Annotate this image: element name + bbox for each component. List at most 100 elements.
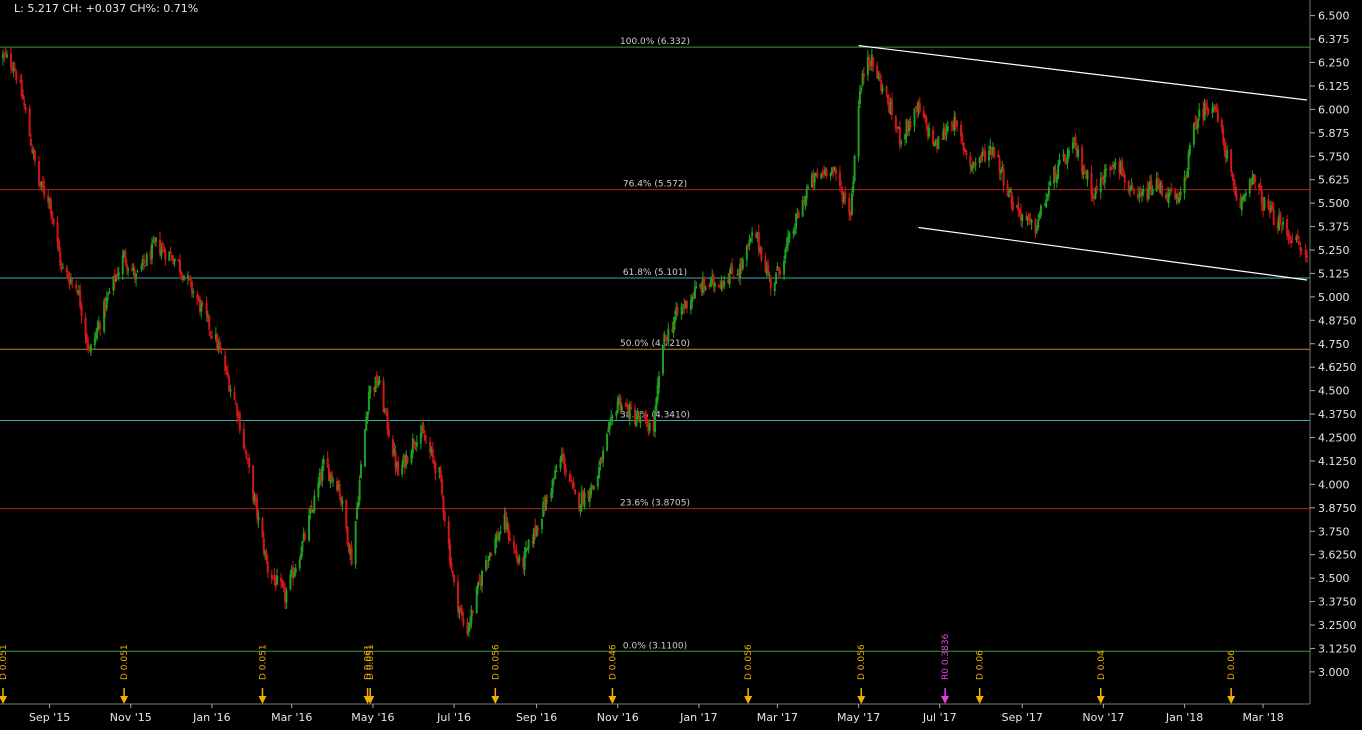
candle-body xyxy=(124,252,127,263)
price-chart[interactable]: L: 5.217 CH: +0.037 CH%: 0.71% 100.0% (6… xyxy=(0,0,1362,730)
candle-body xyxy=(885,85,888,93)
candle-body xyxy=(1045,199,1048,208)
candle-body xyxy=(1095,185,1098,191)
candle-body xyxy=(981,151,984,157)
candle-body xyxy=(234,402,237,404)
chart-canvas[interactable]: 100.0% (6.332) 76.4% (5.572) 61.8% (5.101)… xyxy=(0,0,1362,730)
candle-body xyxy=(1215,108,1218,110)
candle-body xyxy=(989,145,992,150)
candle-body xyxy=(499,532,502,534)
candle-body xyxy=(932,130,935,145)
candle-body xyxy=(419,432,422,444)
candle-body xyxy=(1007,194,1010,197)
candle-body xyxy=(965,150,968,156)
candle-body xyxy=(341,500,344,505)
candle-body xyxy=(969,155,972,167)
candle-body xyxy=(527,539,530,550)
candle-body xyxy=(860,87,863,91)
candle-body xyxy=(178,260,181,272)
x-tick-label: Jan '17 xyxy=(679,711,717,724)
candle-body xyxy=(354,520,357,565)
candle-body xyxy=(262,537,265,554)
candle-body xyxy=(555,470,558,472)
candle-body xyxy=(1114,162,1117,165)
y-tick-label: 3.2500 xyxy=(1318,619,1357,632)
candle-body xyxy=(1105,168,1108,171)
candle-body xyxy=(953,117,956,132)
fib-level-label: 50.0% (4.7210) xyxy=(620,339,690,349)
y-tick-label: 6.375 xyxy=(1318,33,1350,46)
fib-level-label: 61.8% (5.101) xyxy=(623,268,687,278)
candle-body xyxy=(233,392,236,401)
candle-body xyxy=(1242,196,1245,201)
candle-body xyxy=(680,306,683,315)
candle-body xyxy=(1196,119,1199,129)
y-tick-label: 4.750 xyxy=(1318,338,1350,351)
candle-body xyxy=(1110,168,1113,170)
candle-body xyxy=(1027,213,1030,220)
candle-body xyxy=(1226,150,1229,159)
candle-body xyxy=(423,434,426,441)
candle-body xyxy=(1113,164,1116,168)
candle-body xyxy=(723,281,726,287)
candle-body xyxy=(285,590,288,603)
candle-body xyxy=(1121,160,1124,176)
candle-body xyxy=(1123,174,1126,183)
candle-body xyxy=(646,418,649,427)
candle-body xyxy=(807,187,810,189)
candle-body xyxy=(357,502,360,509)
y-tick-label: 3.8750 xyxy=(1318,502,1357,515)
candle-body xyxy=(1192,123,1195,145)
candle-body xyxy=(518,557,521,562)
candle-body xyxy=(673,316,676,323)
y-tick-label: 3.750 xyxy=(1318,525,1350,538)
candle-body xyxy=(704,286,707,290)
fib-level-label: 100.0% (6.332) xyxy=(620,37,690,47)
candle-body xyxy=(57,240,60,252)
candle-body xyxy=(21,94,24,100)
candle-body xyxy=(478,580,481,583)
candle-body xyxy=(1077,149,1080,157)
candle-body xyxy=(5,54,8,57)
candle-body xyxy=(37,161,40,186)
candle-body xyxy=(180,272,183,275)
candle-body xyxy=(228,378,231,392)
candle-body xyxy=(797,212,800,219)
candle-body xyxy=(266,561,269,573)
trendline xyxy=(858,45,1308,101)
candle-body xyxy=(61,267,64,269)
x-tick-label: Sep '15 xyxy=(29,711,70,724)
candle-body xyxy=(442,496,445,513)
candle-body xyxy=(1086,170,1089,181)
candle-body xyxy=(490,553,493,556)
candle-body xyxy=(508,537,511,541)
x-tick-label: Mar '17 xyxy=(757,711,798,724)
candle-body xyxy=(155,237,158,242)
dividend-arrow-icon xyxy=(120,696,129,704)
candle-body xyxy=(1049,181,1052,186)
candle-body xyxy=(598,467,601,479)
candle-body xyxy=(1090,172,1093,195)
y-tick-label: 3.6250 xyxy=(1318,549,1357,562)
candle-body xyxy=(709,277,712,288)
candle-body xyxy=(135,273,138,280)
candle-body xyxy=(1207,109,1210,111)
candle-body xyxy=(210,335,213,338)
candle-body xyxy=(909,121,912,128)
candle-body xyxy=(293,572,296,578)
dividend-arrow-icon xyxy=(975,696,984,704)
candle-body xyxy=(1188,144,1191,154)
candle-body xyxy=(401,464,404,475)
candle-body xyxy=(664,334,667,339)
candle-body xyxy=(107,294,110,296)
dividend-label: D 0.04 xyxy=(1097,650,1107,680)
candle-body xyxy=(2,54,4,58)
candle-body xyxy=(93,337,96,346)
candle-body xyxy=(24,106,27,111)
candle-body xyxy=(52,218,55,225)
candle-body xyxy=(108,291,111,294)
candle-body xyxy=(498,533,501,541)
candle-body xyxy=(608,421,611,429)
candle-body xyxy=(741,259,744,269)
candle-body xyxy=(1231,174,1234,178)
